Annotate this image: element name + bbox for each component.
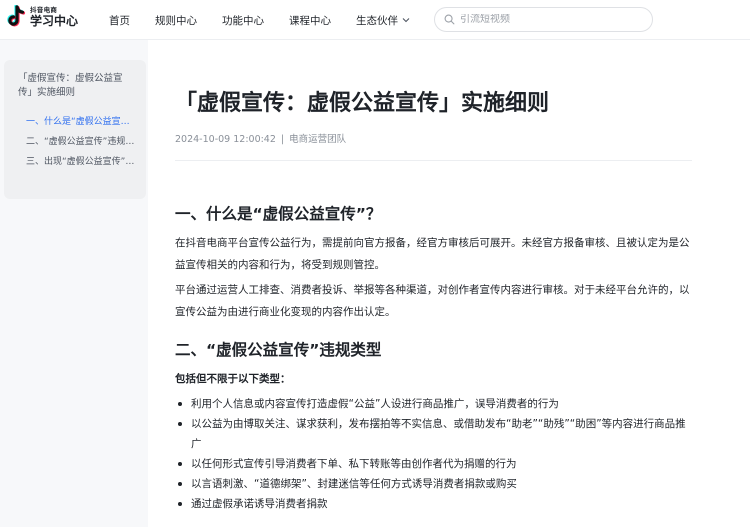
list-item: 以言语刺激、“道德绑架”、封建迷信等任何方式诱导消费者捐款或购买 [175, 474, 693, 494]
meta-separator: | [280, 134, 285, 145]
nav-feature-center[interactable]: 功能中心 [222, 13, 264, 28]
toc-item-section-1[interactable]: 一、什么是“虚假公益宣传”？ [18, 116, 136, 128]
nav-eco-partners-label: 生态伙伴 [356, 14, 398, 27]
douyin-logo-icon [6, 4, 26, 29]
article-title: 「虚假宣传：虚假公益宣传」实施细则 [175, 91, 550, 116]
toc-list: 一、什么是“虚假公益宣传”？ 二、“虚假公益宣传”违规类型 三、出现“虚假公益宣… [18, 116, 136, 168]
title-divider [175, 160, 692, 161]
list-item: 利用个人信息或内容宣传打造虚假“公益”人设进行商品推广，误导消费者的行为 [175, 394, 693, 414]
section-1-paragraph-1: 在抖音电商平台宣传公益行为，需提前向官方报备，经官方审核后可展开。未经官方报备审… [175, 237, 690, 271]
search-icon [444, 14, 455, 25]
section-2-heading: 二、“虚假公益宣传”违规类型 [175, 341, 382, 359]
toc-title[interactable]: 「虚假宣传：虚假公益宣传」实施细则 [18, 72, 134, 100]
list-item: 以公益为由博取关注、谋求获利，发布摆拍等不实信息、或借助发布“助老”“助残”“助… [175, 414, 693, 454]
author: 电商运营团队 [289, 134, 347, 145]
logo-subtitle: 抖音电商 [30, 5, 58, 14]
nav-course-center[interactable]: 课程中心 [289, 13, 331, 28]
violation-type-list: 利用个人信息或内容宣传打造虚假“公益”人设进行商品推广，误导消费者的行为 以公益… [175, 394, 693, 514]
logo-title: 学习中心 [30, 14, 79, 29]
article-meta: 2024-10-09 12:00:42 | 电商运营团队 [175, 131, 346, 145]
table-of-contents: 「虚假宣传：虚假公益宣传」实施细则 一、什么是“虚假公益宣传”？ 二、“虚假公益… [4, 60, 146, 199]
search-input[interactable] [460, 14, 640, 25]
nav-home[interactable]: 首页 [109, 13, 130, 28]
nav-eco-partners[interactable]: 生态伙伴 [356, 13, 410, 28]
top-header: 抖音电商 学习中心 首页 规则中心 功能中心 课程中心 生态伙伴 [0, 0, 750, 40]
nav-rules-center[interactable]: 规则中心 [155, 13, 197, 28]
list-item: 以任何形式宣传引导消费者下单、私下转账等由创作者代为捐赠的行为 [175, 454, 693, 474]
toc-item-section-2[interactable]: 二、“虚假公益宣传”违规类型 [18, 136, 136, 148]
article: 「虚假宣传：虚假公益宣传」实施细则 2024-10-09 12:00:42 | 电商… [148, 40, 750, 527]
section-1-paragraph-2: 平台通过运营人工排查、消费者投诉、举报等各种渠道，对创作者宣传内容进行审核。对于… [175, 284, 690, 318]
section-1-heading: 一、什么是“虚假公益宣传”？ [175, 205, 382, 223]
section-2-lead: 包括但不限于以下类型： [175, 373, 291, 385]
chevron-down-icon [402, 18, 410, 23]
logo[interactable]: 抖音电商 学习中心 [6, 4, 78, 29]
toc-item-section-3[interactable]: 三、出现“虚假公益宣传”行为将会受到的处罚 [18, 156, 136, 168]
list-item: 通过虚假承诺诱导消费者捐款 [175, 494, 693, 514]
publish-date: 2024-10-09 12:00:42 [175, 134, 276, 145]
search-box[interactable] [434, 7, 653, 32]
main-nav: 首页 规则中心 功能中心 课程中心 生态伙伴 [109, 0, 435, 40]
logo-text: 抖音电商 学习中心 [30, 7, 78, 28]
